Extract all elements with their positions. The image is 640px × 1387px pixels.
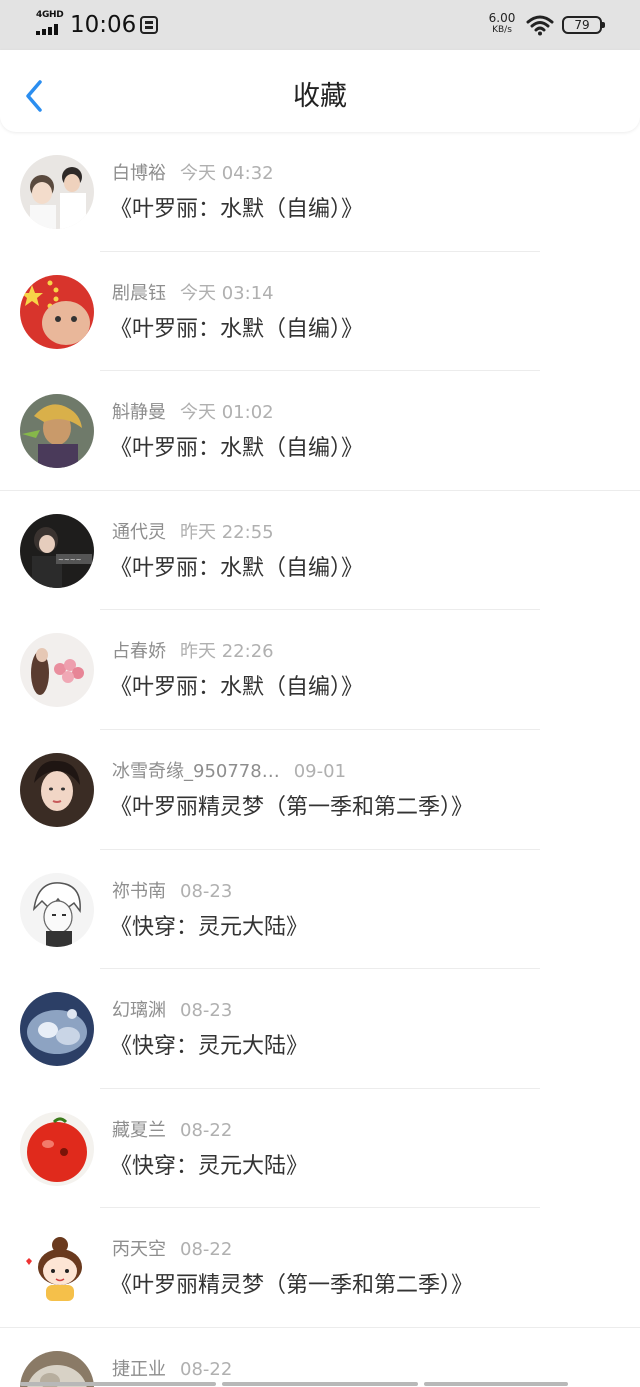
user-name: 冰雪奇缘_950778… — [112, 760, 280, 782]
user-name: 祢书南 — [112, 880, 166, 902]
book-title: 《叶罗丽：水默（自编）》 — [110, 675, 364, 701]
avatar — [20, 394, 94, 469]
speed-value: 6.00 — [488, 11, 516, 25]
book-title: 《叶罗丽：水默（自编）》 — [110, 436, 364, 462]
user-name: 通代灵 — [112, 521, 166, 543]
timestamp: 昨天 22:55 — [180, 521, 274, 543]
list-item[interactable]: ~~~~ 通代灵 昨天 22:55 《叶罗丽：水默（自编）》 — [0, 491, 640, 611]
list-item[interactable]: 斛静曼 今天 01:02 《叶罗丽：水默（自编）》 — [0, 371, 640, 491]
item-meta: 冰雪奇缘_950778… 09-01 — [112, 760, 346, 784]
avatar — [20, 872, 94, 947]
item-meta: 通代灵 昨天 22:55 — [112, 521, 274, 545]
user-name: 白博裕 — [112, 163, 166, 184]
item-meta: 斛静曼 今天 01:02 — [112, 401, 274, 425]
avatar — [20, 155, 94, 229]
avatar — [20, 1111, 94, 1186]
timestamp: 08-23 — [180, 1000, 233, 1022]
network-speed: 6.00 KB/s — [484, 11, 520, 36]
user-name: 幻璃渊 — [112, 1000, 166, 1022]
page-title: 收藏 — [293, 81, 347, 112]
avatar — [20, 992, 94, 1067]
avatar — [20, 752, 94, 827]
item-meta: 白博裕 今天 04:32 — [112, 162, 274, 186]
book-title: 《快穿：灵元大陆》 — [110, 1034, 309, 1060]
book-title: 《叶罗丽精灵梦（第一季和第二季）》 — [110, 1273, 474, 1299]
book-title: 《快穿：灵元大陆》 — [110, 1153, 309, 1179]
book-title: 《快穿：灵元大陆》 — [110, 914, 309, 940]
status-bar: 4GHD 10:06 6.00 KB/s 79 — [0, 0, 640, 50]
list-item[interactable]: 捷正业 08-22 — [0, 1328, 640, 1387]
item-meta: 占春娇 昨天 22:26 — [112, 640, 274, 664]
list-item[interactable]: 剧晨钰 今天 03:14 《叶罗丽：水默（自编）》 — [0, 252, 640, 372]
bottom-indicator — [0, 1381, 640, 1387]
user-name: 剧晨钰 — [112, 282, 166, 304]
list-item[interactable]: 藏夏兰 08-22 《快穿：灵元大陆》 — [0, 1089, 640, 1209]
item-meta: 藏夏兰 08-22 — [112, 1119, 232, 1143]
network-type: 4GHD — [36, 10, 64, 20]
avatar — [20, 274, 94, 349]
timestamp: 08-22 — [180, 1358, 233, 1380]
timestamp: 08-22 — [180, 1239, 233, 1261]
status-time: 10:06 — [70, 12, 137, 38]
avatar: ~~~~ — [20, 513, 94, 588]
list-item[interactable]: 丙天空 08-22 《叶罗丽精灵梦（第一季和第二季）》 — [0, 1208, 640, 1328]
svg-text:~~~~: ~~~~ — [58, 556, 82, 564]
list-item[interactable]: 幻璃渊 08-23 《快穿：灵元大陆》 — [0, 969, 640, 1089]
timestamp: 09-01 — [293, 760, 347, 782]
timestamp: 今天 04:32 — [180, 163, 274, 184]
list-item[interactable]: 白博裕 今天 04:32 《叶罗丽：水默（自编）》 — [0, 132, 640, 252]
battery-icon: 79 — [562, 16, 605, 34]
avatar — [20, 1231, 94, 1306]
timestamp: 08-23 — [180, 880, 233, 902]
nav-header: 收藏 — [0, 50, 640, 132]
item-meta: 幻璃渊 08-23 — [112, 999, 232, 1023]
list-item[interactable]: 祢书南 08-23 《快穿：灵元大陆》 — [0, 850, 640, 970]
item-meta: 祢书南 08-23 — [112, 880, 232, 904]
book-title: 《叶罗丽：水默（自编）》 — [110, 197, 364, 222]
favorites-list: 白博裕 今天 04:32 《叶罗丽：水默（自编）》 剧晨钰 今天 03:14 《叶罗… — [0, 132, 640, 1387]
user-name: 丙天空 — [112, 1239, 166, 1261]
signal-icon: 4GHD — [36, 10, 64, 36]
timestamp: 08-22 — [180, 1119, 233, 1141]
notification-icon — [140, 16, 158, 34]
avatar — [20, 633, 94, 708]
user-name: 占春娇 — [112, 641, 166, 663]
item-meta: 捷正业 08-22 — [112, 1358, 232, 1382]
book-title: 《叶罗丽：水默（自编）》 — [110, 555, 364, 581]
wifi-icon — [526, 15, 554, 36]
timestamp: 今天 03:14 — [180, 282, 274, 304]
book-title: 《叶罗丽：水默（自编）》 — [110, 316, 364, 342]
list-item[interactable]: 冰雪奇缘_950778… 09-01 《叶罗丽精灵梦（第一季和第二季）》 — [0, 730, 640, 850]
item-meta: 丙天空 08-22 — [112, 1238, 232, 1262]
timestamp: 昨天 22:26 — [180, 641, 274, 663]
user-name: 捷正业 — [112, 1358, 166, 1380]
timestamp: 今天 01:02 — [180, 402, 274, 424]
book-title: 《叶罗丽精灵梦（第一季和第二季）》 — [110, 794, 474, 820]
user-name: 斛静曼 — [112, 402, 166, 424]
user-name: 藏夏兰 — [112, 1119, 166, 1141]
item-meta: 剧晨钰 今天 03:14 — [112, 282, 274, 306]
list-item[interactable]: 占春娇 昨天 22:26 《叶罗丽：水默（自编）》 — [0, 610, 640, 730]
speed-unit: KB/s — [492, 25, 512, 35]
